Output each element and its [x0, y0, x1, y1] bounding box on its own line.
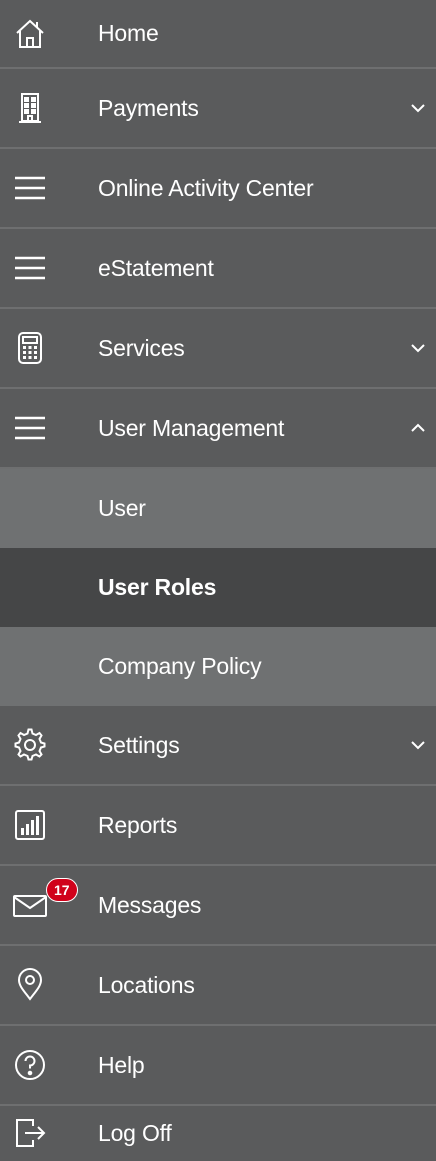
- nav-item-label: Services: [98, 334, 185, 361]
- sidebar-nav: Home Payments Online Activity Center eSt…: [0, 0, 436, 1161]
- nav-item-label: Reports: [98, 811, 178, 838]
- nav-item-settings[interactable]: Settings: [0, 706, 436, 786]
- nav-item-label: Locations: [98, 971, 195, 998]
- nav-item-services[interactable]: Services: [0, 309, 436, 389]
- bar-chart-icon: [10, 805, 50, 845]
- menu-lines-icon: [10, 248, 50, 288]
- help-circle-icon: [10, 1045, 50, 1085]
- chevron-down-icon[interactable]: [408, 98, 428, 118]
- submenu-item-company-policy[interactable]: Company Policy: [0, 627, 436, 706]
- location-pin-icon: [10, 965, 50, 1005]
- chevron-down-icon[interactable]: [408, 338, 428, 358]
- nav-item-payments[interactable]: Payments: [0, 69, 436, 149]
- submenu-item-label: Company Policy: [98, 653, 262, 679]
- nav-item-messages[interactable]: 17 Messages: [0, 866, 436, 946]
- nav-item-estatement[interactable]: eStatement: [0, 229, 436, 309]
- envelope-icon: [10, 885, 50, 925]
- chevron-up-icon[interactable]: [408, 418, 428, 438]
- nav-item-label: Settings: [98, 731, 180, 758]
- nav-item-locations[interactable]: Locations: [0, 946, 436, 1026]
- nav-item-label: Payments: [98, 94, 199, 121]
- nav-item-home[interactable]: Home: [0, 0, 436, 69]
- nav-item-label: Help: [98, 1051, 145, 1078]
- home-icon: [10, 14, 50, 54]
- menu-lines-icon: [10, 408, 50, 448]
- chevron-down-icon[interactable]: [408, 735, 428, 755]
- nav-item-label: User Management: [98, 414, 285, 441]
- nav-item-label: Online Activity Center: [98, 174, 314, 201]
- submenu-item-label: User: [98, 495, 146, 521]
- nav-item-label: Home: [98, 20, 159, 46]
- nav-item-user-management[interactable]: User Management: [0, 389, 436, 469]
- nav-item-online-activity-center[interactable]: Online Activity Center: [0, 149, 436, 229]
- nav-item-label: Messages: [98, 891, 202, 918]
- nav-item-label: eStatement: [98, 254, 214, 281]
- gear-icon: [10, 725, 50, 765]
- submenu-item-user-roles[interactable]: User Roles: [0, 548, 436, 627]
- submenu-item-user[interactable]: User: [0, 469, 436, 548]
- nav-item-label: Log Off: [98, 1119, 172, 1146]
- menu-lines-icon: [10, 168, 50, 208]
- building-icon: [10, 88, 50, 128]
- unread-count-badge: 17: [46, 878, 78, 902]
- submenu-item-label: User Roles: [98, 574, 217, 600]
- nav-item-help[interactable]: Help: [0, 1026, 436, 1106]
- nav-item-reports[interactable]: Reports: [0, 786, 436, 866]
- calculator-icon: [10, 328, 50, 368]
- logout-icon: [10, 1113, 50, 1153]
- nav-item-log-off[interactable]: Log Off: [0, 1106, 436, 1160]
